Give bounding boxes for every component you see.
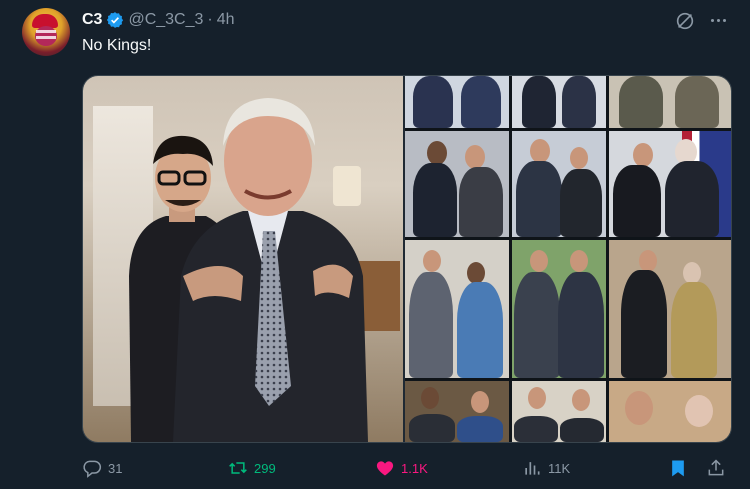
tweet[interactable]: C3 @C_3C_3 · 4h No Kings! 31 299 1.1K 11… [0,0,750,489]
share-button[interactable] [706,455,732,481]
collage-photo[interactable] [609,76,731,128]
main-photo[interactable] [83,76,403,442]
photo-collage[interactable] [405,76,731,442]
author-name[interactable]: C3 [82,11,102,29]
collage-photo[interactable] [512,76,606,128]
separator-dot: · [207,11,213,28]
collage-photo[interactable] [405,381,509,442]
collage-photo[interactable] [405,240,509,378]
reply-icon [83,460,102,478]
repost-icon [229,462,247,474]
timestamp[interactable]: 4h [217,11,235,29]
share-icon [708,459,724,476]
tweet-header: C3 @C_3C_3 · 4h [82,9,235,31]
tweet-media[interactable] [82,75,732,443]
like-button[interactable]: 1.1K [375,455,428,481]
repost-button[interactable]: 299 [228,455,276,481]
collage-photo[interactable] [512,240,606,378]
collage-photo[interactable] [609,131,731,237]
collage-photo[interactable] [405,131,509,237]
grok-icon[interactable] [674,10,696,32]
verified-badge-icon [107,12,124,28]
like-count: 1.1K [401,460,428,476]
action-bar: 31 299 1.1K 11K [82,455,730,481]
like-icon [376,461,394,476]
reply-button[interactable]: 31 [82,455,122,481]
avatar[interactable] [22,8,70,56]
views-icon [525,462,540,475]
bookmark-icon [672,460,684,477]
reply-count: 31 [108,460,123,476]
collage-photo[interactable] [609,240,731,378]
author-handle[interactable]: @C_3C_3 [128,11,203,29]
repost-count: 299 [254,460,276,476]
views-button[interactable]: 11K [522,455,570,481]
views-count: 11K [548,460,571,476]
tweet-text: No Kings! [82,37,152,54]
collage-photo[interactable] [609,381,731,442]
collage-photo[interactable] [405,76,509,128]
collage-photo[interactable] [512,131,606,237]
more-icon[interactable] [706,8,730,32]
bookmark-button[interactable] [668,455,694,481]
collage-photo[interactable] [512,381,606,442]
